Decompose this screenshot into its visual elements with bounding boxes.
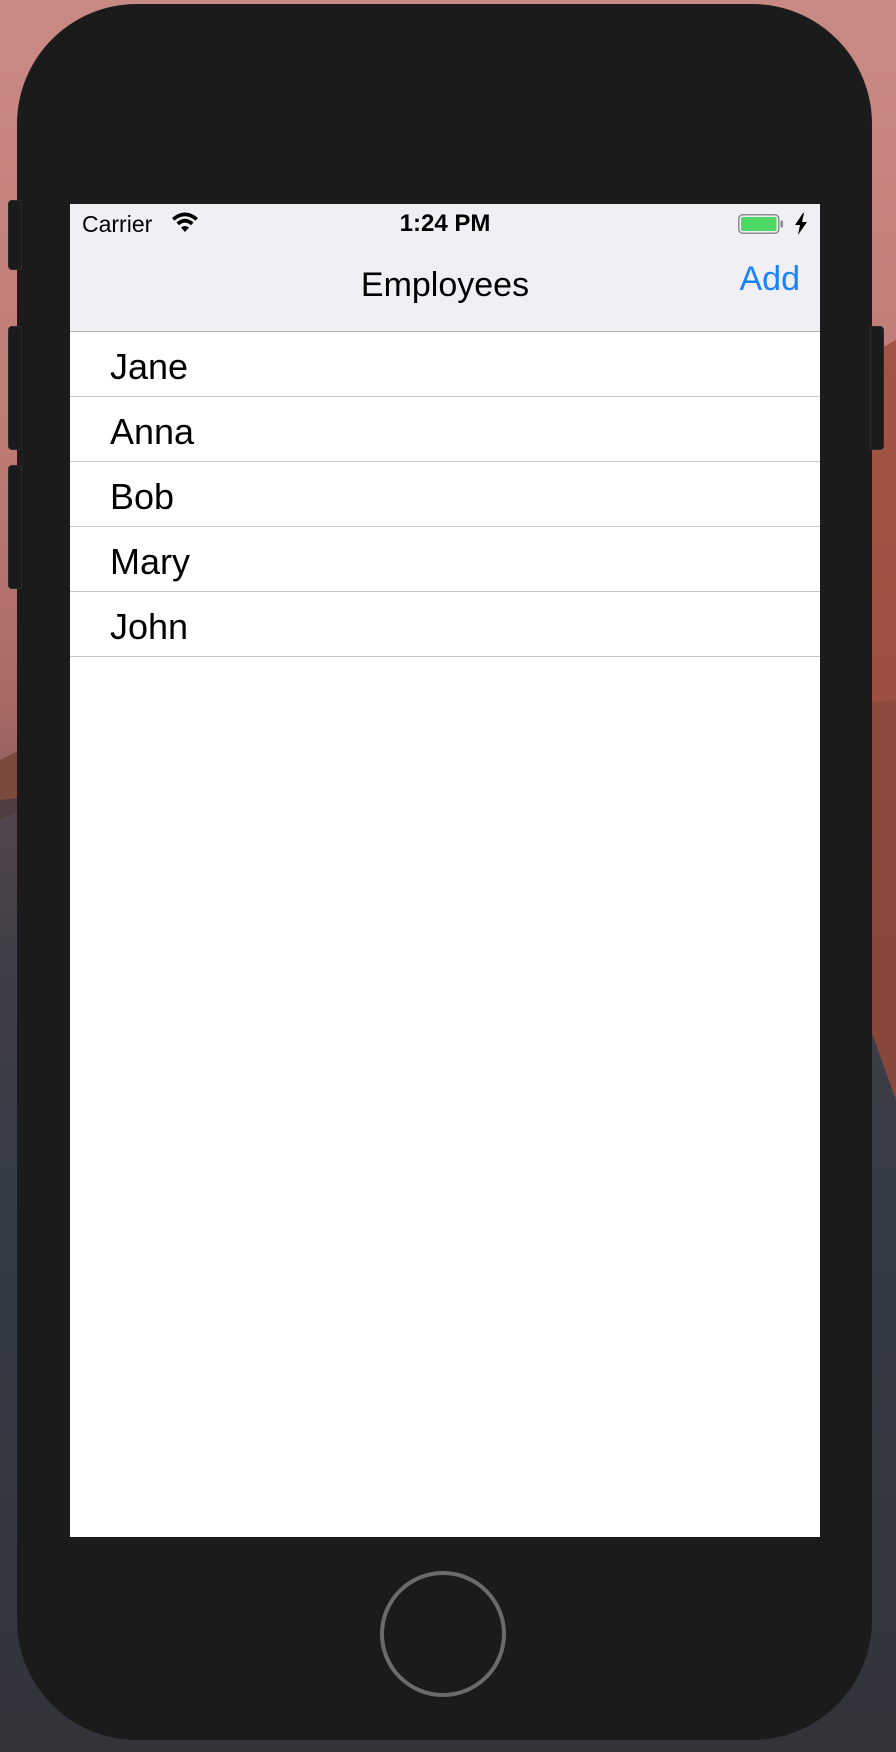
battery-icon [738,214,783,234]
navigation-bar: Employees Add [70,244,820,332]
app-screen: Carrier 1:24 PM Employees Add Jane Anna … [70,204,820,1537]
employee-name: John [110,606,189,647]
employee-name: Mary [110,541,190,582]
list-item[interactable]: John [70,592,820,657]
list-item[interactable]: Bob [70,462,820,527]
employee-name: Bob [110,476,175,517]
list-item[interactable]: Jane [70,332,820,397]
volume-up-button [8,326,22,450]
page-title: Employees [360,266,530,304]
status-bar: Carrier 1:24 PM [70,204,820,244]
add-button[interactable]: Add [740,260,801,299]
volume-down-button [8,465,22,589]
mute-switch [8,200,22,270]
home-button-icon[interactable] [380,1571,506,1697]
list-item[interactable]: Mary [70,527,820,592]
list-item[interactable]: Anna [70,397,820,462]
employee-list: Jane Anna Bob Mary John [70,332,820,657]
bolt-icon [795,213,807,235]
status-time: 1:24 PM [399,210,491,237]
power-button [870,326,884,450]
employee-name: Jane [110,346,189,387]
employee-name: Anna [110,411,195,452]
